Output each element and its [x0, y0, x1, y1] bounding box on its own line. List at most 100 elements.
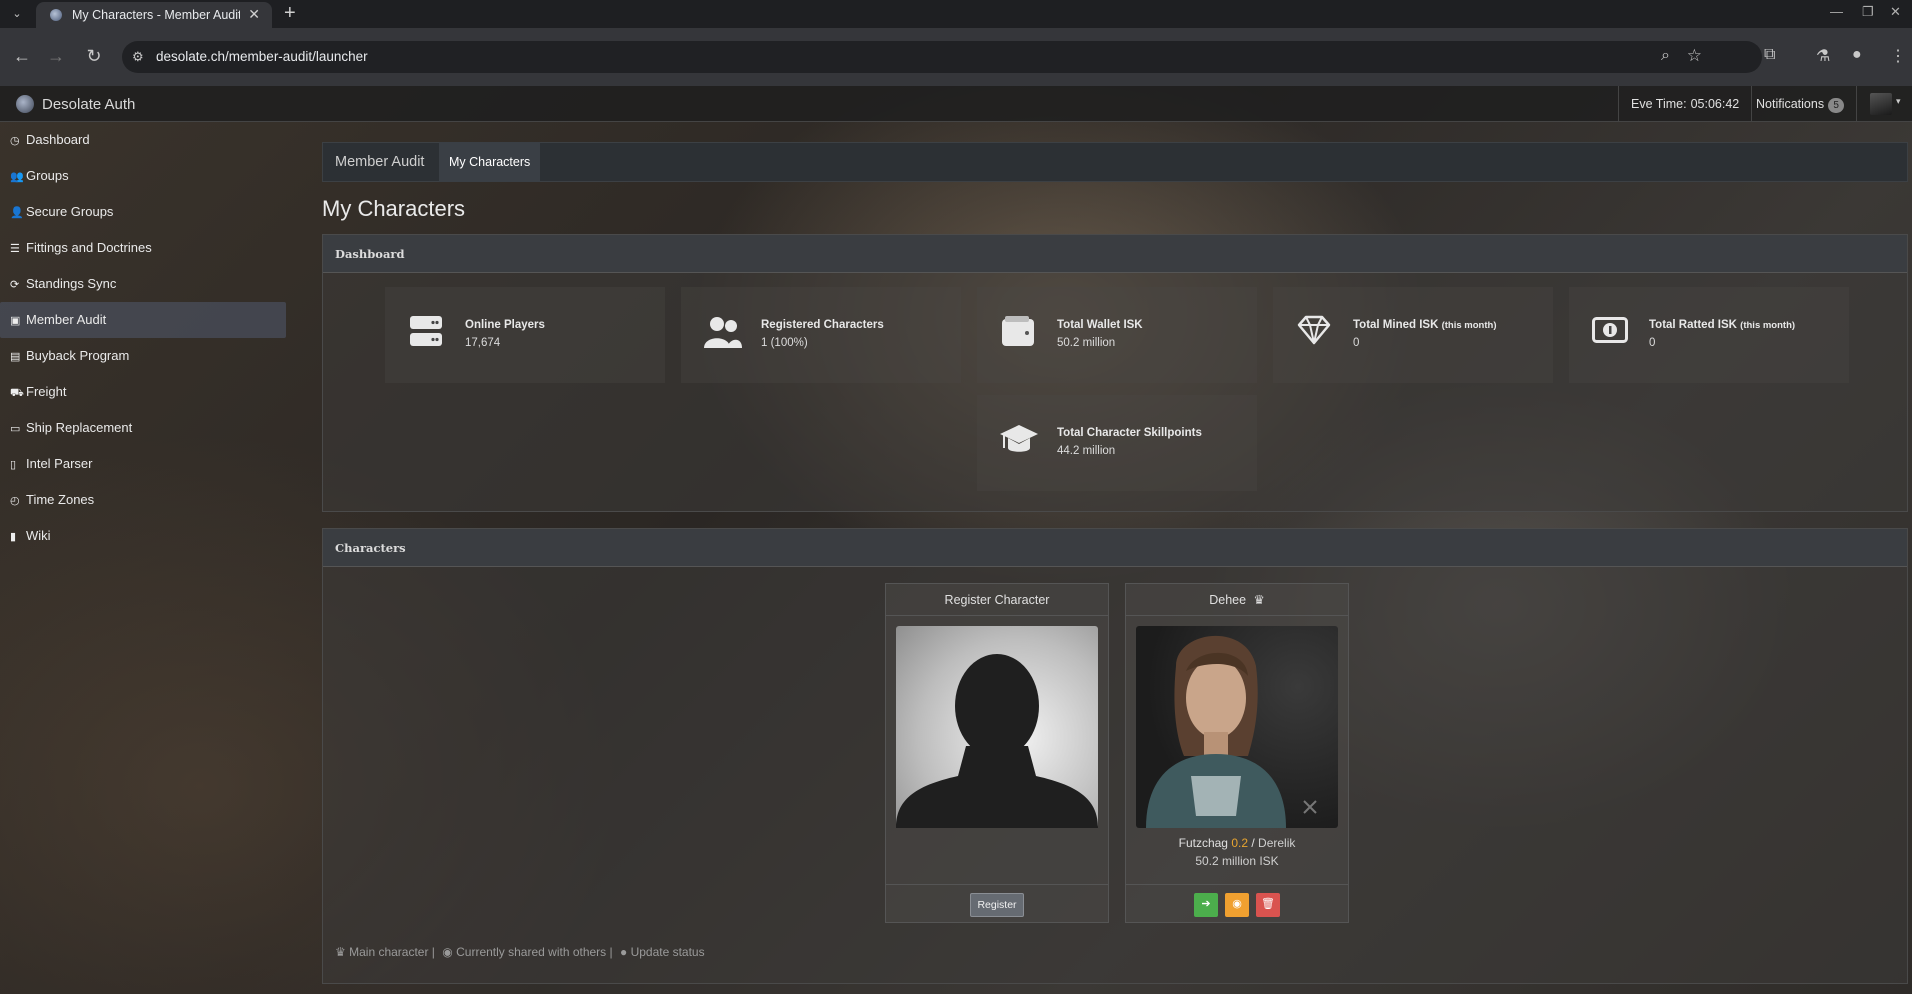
labs-icon[interactable]: ⚗ [1816, 46, 1830, 66]
share-button[interactable]: ◉ [1225, 893, 1249, 917]
stat-value: 1 (100%) [761, 337, 808, 349]
legend-main: Main character | [349, 945, 435, 959]
users-icon: 👥 [10, 171, 24, 183]
minimize-icon[interactable]: — [1830, 4, 1843, 19]
sidebar-item-member-audit[interactable]: ▣ Member Audit [0, 302, 286, 338]
sidebar-item-label: Member Audit [26, 312, 107, 327]
restore-icon[interactable]: ❐ [1862, 4, 1874, 20]
character-location: Futzchag 0.2 / Derelik [1126, 836, 1348, 850]
plus-icon[interactable]: + [284, 2, 296, 25]
gauge-icon: ◷ [10, 135, 20, 147]
tab-list-icon[interactable]: ⌄ [8, 5, 26, 23]
stat-label: Total Character Skillpoints [1057, 427, 1202, 439]
sidebar-item-time-zones[interactable]: ◴ Time Zones [0, 482, 286, 518]
subnav-brand[interactable]: Member Audit [335, 154, 424, 170]
dashboard-panel-title: Dashboard [323, 235, 1907, 273]
sidebar-item-freight[interactable]: ⛟ Freight [0, 374, 286, 410]
page-title: My Characters [322, 196, 466, 221]
sidebar-item-standings-sync[interactable]: ⟳ Standings Sync [0, 266, 286, 302]
sidebar-item-label: Ship Replacement [26, 420, 133, 435]
brand-link[interactable]: Desolate Auth [16, 95, 135, 113]
notifications-badge: 5 [1828, 98, 1845, 113]
sidebar-item-label: Freight [26, 384, 67, 399]
silhouette-placeholder [896, 626, 1098, 828]
id-card-icon: ▣ [10, 315, 21, 327]
sidebar-item-fittings[interactable]: ☰ Fittings and Doctrines [0, 230, 286, 266]
legend-shared: Currently shared with others | [456, 945, 613, 959]
address-bar[interactable]: ⚙ desolate.ch/member-audit/launcher ⌕ ☆ [122, 41, 1762, 73]
character-card: Dehee ♛ Futzchag 0.2 / Derelik 50.2 mill… [1125, 583, 1349, 923]
wallet-icon [999, 315, 1037, 353]
window-close-icon[interactable]: ✕ [1890, 4, 1901, 20]
stat-value: 0 [1649, 337, 1656, 349]
sidebar-item-wiki[interactable]: ▮ Wiki [0, 518, 286, 554]
eve-time-label: Eve Time: [1631, 97, 1687, 111]
location-separator: / [1251, 836, 1255, 850]
characters-panel-title: Characters [323, 529, 1907, 567]
reload-icon[interactable]: ↻ [82, 44, 106, 68]
notifications-label: Notifications [1756, 97, 1825, 111]
sidebar-item-label: Intel Parser [26, 456, 93, 471]
stat-label: Registered Characters [761, 319, 884, 331]
register-button[interactable]: Register [970, 893, 1024, 917]
sidebar-item-label: Fittings and Doctrines [26, 240, 152, 255]
gem-icon [1295, 315, 1333, 353]
stat-total-skillpoints: Total Character Skillpoints 44.2 million [977, 395, 1257, 491]
browser-tab[interactable]: My Characters - Member Audit ✕ [36, 2, 272, 28]
sidebar-item-dashboard[interactable]: ◷ Dashboard [0, 122, 286, 158]
stat-value: 44.2 million [1057, 445, 1116, 457]
sidebar-item-label: Standings Sync [26, 276, 117, 291]
stat-registered-characters: Registered Characters 1 (100%) [681, 287, 961, 383]
avatar[interactable] [1870, 93, 1892, 115]
graduation-cap-icon [999, 423, 1038, 461]
tab-my-characters[interactable]: My Characters [439, 142, 541, 182]
eve-time-value: 05:06:42 [1690, 97, 1740, 111]
site-info-icon[interactable]: ⚙ [132, 49, 144, 65]
users-icon [703, 315, 742, 353]
url-text[interactable]: desolate.ch/member-audit/launcher [156, 49, 368, 64]
money-icon: ▭ [10, 423, 21, 435]
sidebar-item-buyback[interactable]: ▤ Buyback Program [0, 338, 286, 374]
sidebar-item-groups[interactable]: 👥 Groups [0, 158, 286, 194]
notifications-link[interactable]: Notifications 5 [1744, 86, 1858, 122]
launch-button[interactable]: ➔ [1194, 893, 1218, 917]
stat-value: 50.2 million [1057, 337, 1116, 349]
browser-toolbar: ← → ↻ ⚙ desolate.ch/member-audit/launche… [0, 28, 1912, 86]
file-icon: ▯ [10, 459, 17, 471]
location-name[interactable]: Futzchag [1179, 836, 1228, 850]
sidebar-item-secure-groups[interactable]: 👤 Secure Groups [0, 194, 286, 230]
brand-text: Desolate Auth [42, 96, 136, 113]
forward-icon[interactable]: → [44, 44, 68, 68]
menu-icon[interactable]: ⋮ [1890, 46, 1906, 66]
sidebar-item-label: Wiki [26, 528, 51, 543]
clock-icon: ◴ [10, 495, 20, 507]
character-name: Dehee [1209, 593, 1247, 607]
box-icon: ▤ [10, 351, 21, 363]
brand-logo-icon [16, 95, 34, 113]
characters-panel: Characters Register Character Register D… [322, 528, 1908, 984]
profile-icon[interactable]: ● [1852, 46, 1862, 64]
star-icon[interactable]: ☆ [1687, 46, 1702, 66]
legend-update: Update status [630, 945, 705, 959]
sync-icon: ⟳ [10, 279, 20, 291]
delete-button[interactable]: 🗑 [1256, 893, 1280, 917]
sidebar-item-ship-replacement[interactable]: ▭ Ship Replacement [0, 410, 286, 446]
extensions-icon[interactable]: ⧉ [1764, 46, 1775, 64]
character-portrait[interactable] [1136, 626, 1338, 828]
circle-icon: ● [619, 945, 628, 959]
eye-icon: ◉ [1232, 898, 1242, 910]
stat-label: Total Mined ISK (this month) [1353, 319, 1497, 331]
region-name: Derelik [1258, 836, 1296, 850]
subnav: Member Audit My Characters [322, 142, 1908, 182]
sidebar-item-intel-parser[interactable]: ▯ Intel Parser [0, 446, 286, 482]
zoom-icon[interactable]: ⌕ [1661, 47, 1670, 65]
stat-value: 17,674 [465, 337, 501, 349]
caret-down-icon[interactable]: ▾ [1896, 96, 1901, 107]
security-status: 0.2 [1231, 836, 1248, 850]
back-icon[interactable]: ← [10, 44, 34, 68]
money-bill-icon [1591, 315, 1629, 353]
page: Desolate Auth Eve Time: 05:06:42 Notifica… [0, 86, 1912, 994]
favicon-icon [50, 9, 62, 21]
sidebar: ◷ Dashboard 👥 Groups 👤 Secure Groups ☰ Fitti… [0, 122, 286, 554]
close-icon[interactable]: ✕ [248, 6, 260, 23]
